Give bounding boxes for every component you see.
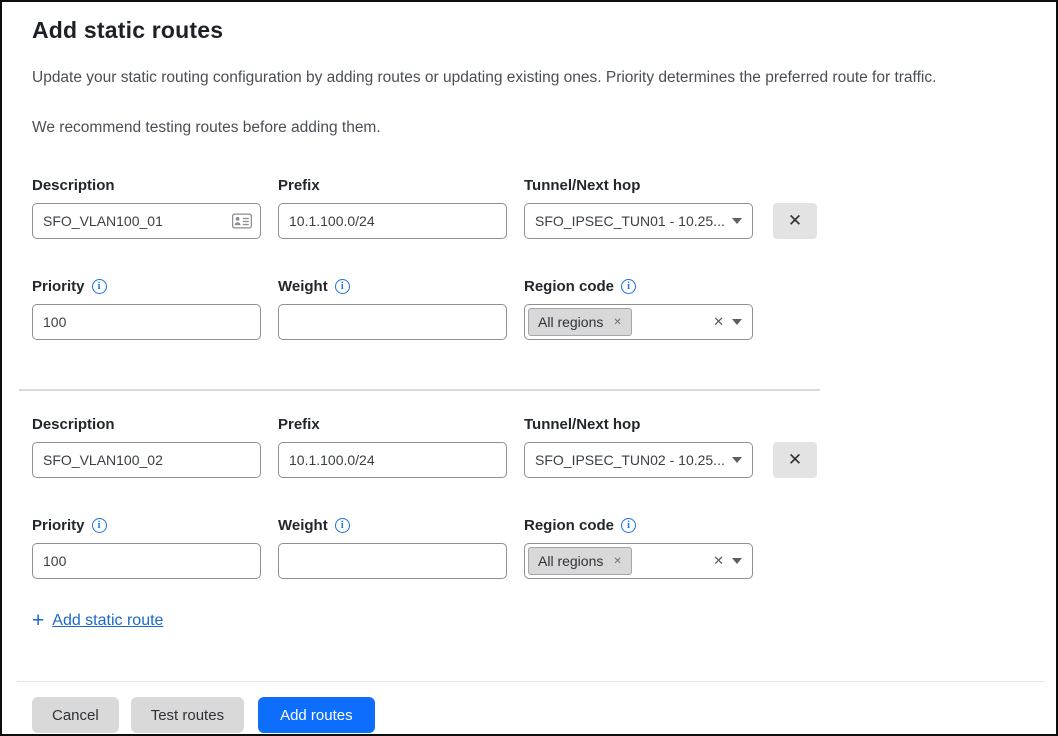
region-code-label: Region code xyxy=(524,517,614,534)
weight-input-2[interactable] xyxy=(278,543,507,579)
chevron-down-icon xyxy=(732,218,742,224)
info-icon[interactable]: i xyxy=(621,279,636,294)
prefix-field-2: Prefix xyxy=(278,416,507,478)
region-tag-label: All regions xyxy=(538,314,603,330)
chevron-down-icon xyxy=(732,319,742,325)
tunnel-next-hop-select-1[interactable]: SFO_IPSEC_TUN01 - 10.25... xyxy=(524,203,753,239)
clear-selection-icon[interactable]: ✕ xyxy=(713,314,724,330)
weight-label: Weight xyxy=(278,278,328,295)
info-icon[interactable]: i xyxy=(335,279,350,294)
priority-input-2[interactable] xyxy=(32,543,261,579)
tunnel-next-hop-value: SFO_IPSEC_TUN01 - 10.25... xyxy=(535,213,724,229)
chevron-down-icon xyxy=(732,558,742,564)
priority-field-1: Priority i xyxy=(32,278,261,340)
add-static-route-row: + Add static route xyxy=(32,610,1026,631)
region-tag-label: All regions xyxy=(538,553,603,569)
info-icon[interactable]: i xyxy=(92,279,107,294)
tunnel-next-hop-label: Tunnel/Next hop xyxy=(524,416,640,433)
route-divider xyxy=(19,389,820,391)
info-icon[interactable]: i xyxy=(92,518,107,533)
footer-divider xyxy=(17,681,1045,682)
description-field-2: Description xyxy=(32,416,261,478)
prefix-field-1: Prefix xyxy=(278,177,507,239)
tag-remove-icon[interactable]: ✕ xyxy=(613,317,621,328)
tunnel-next-hop-field-1: Tunnel/Next hop SFO_IPSEC_TUN01 - 10.25.… xyxy=(524,177,753,239)
region-code-label: Region code xyxy=(524,278,614,295)
description-field-1: Description xyxy=(32,177,261,239)
info-icon[interactable]: i xyxy=(335,518,350,533)
priority-label: Priority xyxy=(32,278,85,295)
close-icon: ✕ xyxy=(788,450,802,470)
page-title: Add static routes xyxy=(32,17,1026,44)
weight-label: Weight xyxy=(278,517,328,534)
remove-route-button-1[interactable]: ✕ xyxy=(773,203,817,239)
prefix-label: Prefix xyxy=(278,177,320,194)
add-static-route-link[interactable]: Add static route xyxy=(52,612,163,630)
footer-actions: Cancel Test routes Add routes xyxy=(32,697,1026,733)
region-tag: All regions ✕ xyxy=(528,308,632,336)
tunnel-next-hop-value: SFO_IPSEC_TUN02 - 10.25... xyxy=(535,452,724,468)
plus-icon: + xyxy=(32,610,44,631)
weight-input-1[interactable] xyxy=(278,304,507,340)
contact-card-icon[interactable] xyxy=(232,214,252,229)
prefix-label: Prefix xyxy=(278,416,320,433)
info-icon[interactable]: i xyxy=(621,518,636,533)
intro-text-line1: Update your static routing configuration… xyxy=(32,68,1026,88)
priority-input-1[interactable] xyxy=(32,304,261,340)
prefix-input-1[interactable] xyxy=(278,203,507,239)
prefix-input-2[interactable] xyxy=(278,442,507,478)
add-static-routes-dialog: Add static routes Update your static rou… xyxy=(0,0,1058,736)
remove-route-button-2[interactable]: ✕ xyxy=(773,442,817,478)
tag-remove-icon[interactable]: ✕ xyxy=(613,556,621,567)
region-code-field-1: Region code i All regions ✕ ✕ xyxy=(524,278,753,340)
tunnel-next-hop-select-2[interactable]: SFO_IPSEC_TUN02 - 10.25... xyxy=(524,442,753,478)
route-entry-2: Description Prefix Tunnel/Next hop SFO_I xyxy=(32,416,1026,579)
region-code-field-2: Region code i All regions ✕ ✕ xyxy=(524,517,753,579)
region-code-select-1[interactable]: All regions ✕ ✕ xyxy=(524,304,753,340)
tunnel-next-hop-field-2: Tunnel/Next hop SFO_IPSEC_TUN02 - 10.25.… xyxy=(524,416,753,478)
priority-field-2: Priority i xyxy=(32,517,261,579)
test-routes-button[interactable]: Test routes xyxy=(131,697,244,733)
description-input-2[interactable] xyxy=(32,442,261,478)
cancel-button[interactable]: Cancel xyxy=(32,697,119,733)
intro-text-line2: We recommend testing routes before addin… xyxy=(32,118,1026,138)
chevron-down-icon xyxy=(732,457,742,463)
description-input-1[interactable] xyxy=(32,203,261,239)
region-tag: All regions ✕ xyxy=(528,547,632,575)
description-label: Description xyxy=(32,177,115,194)
region-code-select-2[interactable]: All regions ✕ ✕ xyxy=(524,543,753,579)
tunnel-next-hop-label: Tunnel/Next hop xyxy=(524,177,640,194)
priority-label: Priority xyxy=(32,517,85,534)
add-routes-button[interactable]: Add routes xyxy=(258,697,375,733)
weight-field-2: Weight i xyxy=(278,517,507,579)
route-entry-1: Description xyxy=(32,177,1026,340)
description-label: Description xyxy=(32,416,115,433)
close-icon: ✕ xyxy=(788,211,802,231)
weight-field-1: Weight i xyxy=(278,278,507,340)
clear-selection-icon[interactable]: ✕ xyxy=(713,553,724,569)
